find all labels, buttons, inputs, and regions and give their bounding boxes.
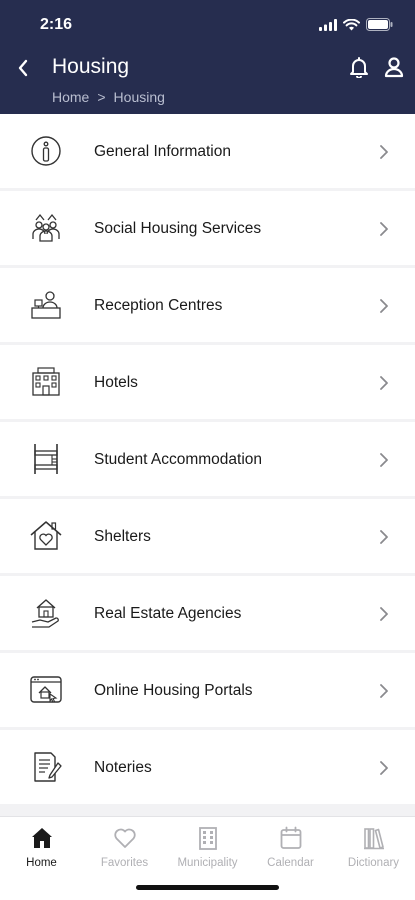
list-item-online-housing-portals[interactable]: Online Housing Portals <box>0 653 415 727</box>
tab-label: Favorites <box>100 857 149 869</box>
chevron-right-icon <box>380 761 388 775</box>
bell-icon <box>350 57 368 78</box>
calendar-icon <box>280 826 301 849</box>
document-pen-icon <box>34 752 62 782</box>
tab-label: Home <box>26 857 57 869</box>
bunk-bed-icon <box>34 444 58 474</box>
list-item-label: Reception Centres <box>94 297 223 314</box>
wifi-icon <box>343 18 360 30</box>
tab-label: Dictionary <box>347 857 400 869</box>
header: 2:16 Housing Home > Housing <box>0 0 415 114</box>
hotel-icon <box>32 367 60 396</box>
list-item-noteries[interactable]: Noteries <box>0 730 415 804</box>
list-item-label: Hotels <box>94 374 138 391</box>
chevron-right-icon <box>380 222 388 236</box>
tab-dictionary[interactable]: Dictionary <box>332 823 415 879</box>
people-group-icon <box>32 213 60 242</box>
books-icon <box>363 828 384 850</box>
list-item-label: Shelters <box>94 528 151 545</box>
breadcrumb: Home > Housing <box>52 89 165 105</box>
list-item-shelters[interactable]: Shelters <box>0 499 415 573</box>
breadcrumb-home[interactable]: Home <box>52 89 89 105</box>
tab-municipality[interactable]: Municipality <box>166 823 249 879</box>
tab-calendar[interactable]: Calendar <box>249 823 332 879</box>
list-item-real-estate-agencies[interactable]: Real Estate Agencies <box>0 576 415 650</box>
chevron-right-icon <box>380 145 388 159</box>
tab-label: Calendar <box>267 857 314 869</box>
house-hand-icon <box>31 599 59 628</box>
list-item-label: Real Estate Agencies <box>94 605 242 622</box>
list-item-social-housing-services[interactable]: Social Housing Services <box>0 191 415 265</box>
housing-list: General Information Social Housing Servi… <box>0 114 415 807</box>
battery-icon <box>366 18 393 31</box>
chevron-right-icon <box>380 299 388 313</box>
heart-icon <box>113 828 136 848</box>
chevron-right-icon <box>380 684 388 698</box>
screen: 2:16 Housing Home > Housing General Info… <box>0 0 415 900</box>
web-browser-icon <box>30 676 62 703</box>
list-item-label: Social Housing Services <box>94 220 262 237</box>
tab-label: Municipality <box>177 857 238 869</box>
home-indicator <box>136 885 279 890</box>
tab-home[interactable]: Home <box>0 823 83 879</box>
back-button[interactable] <box>10 55 36 81</box>
building-icon <box>198 827 217 850</box>
profile-button[interactable] <box>381 54 407 80</box>
breadcrumb-separator: > <box>97 89 106 105</box>
list-item-label: Online Housing Portals <box>94 682 253 699</box>
list-item-label: General Information <box>94 143 231 160</box>
home-icon <box>31 828 52 848</box>
chevron-right-icon <box>380 376 388 390</box>
tab-favorites[interactable]: Favorites <box>83 823 166 879</box>
user-icon <box>384 57 404 78</box>
chevron-right-icon <box>380 453 388 467</box>
breadcrumb-current: Housing <box>113 89 165 105</box>
chevron-right-icon <box>380 530 388 544</box>
list-item-student-accommodation[interactable]: Student Accommodation <box>0 422 415 496</box>
chevron-left-icon <box>18 59 28 77</box>
signal-icon <box>319 18 337 31</box>
reception-desk-icon <box>31 291 61 319</box>
status-icons <box>319 18 393 31</box>
list-item-label: Noteries <box>94 759 152 776</box>
chevron-right-icon <box>380 607 388 621</box>
list-item-general-information[interactable]: General Information <box>0 114 415 188</box>
list-item-hotels[interactable]: Hotels <box>0 345 415 419</box>
notifications-button[interactable] <box>346 54 372 80</box>
house-heart-icon <box>30 521 62 550</box>
info-icon <box>31 136 61 166</box>
status-time: 2:16 <box>40 16 73 33</box>
page-title: Housing <box>52 55 130 78</box>
list-item-reception-centres[interactable]: Reception Centres <box>0 268 415 342</box>
list-item-label: Student Accommodation <box>94 451 263 468</box>
